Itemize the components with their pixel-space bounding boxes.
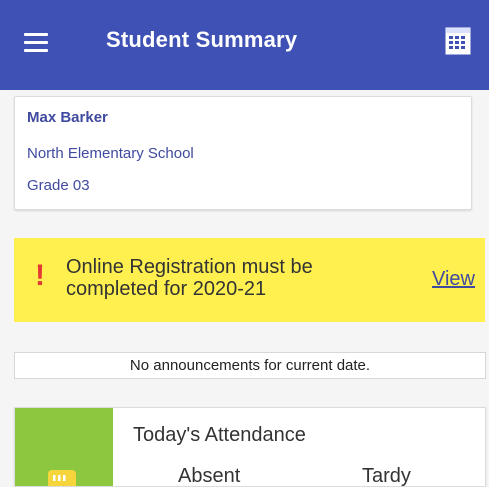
- tardy-label: Tardy: [362, 465, 411, 487]
- calendar-icon[interactable]: [445, 27, 471, 55]
- announcement-text: No announcements for current date.: [129, 357, 371, 374]
- registration-alert: ! Online Registration must be completed …: [14, 238, 485, 322]
- student-card[interactable]: Max Barker North Elementary School Grade…: [14, 96, 472, 210]
- attendance-card[interactable]: Today's Attendance Absent Tardy: [14, 407, 486, 487]
- attendance-title: Today's Attendance: [133, 424, 306, 446]
- app-bar: Student Summary: [0, 0, 489, 90]
- alert-message: Online Registration must be completed fo…: [66, 256, 313, 300]
- absent-label: Absent: [178, 465, 241, 487]
- student-grade: Grade 03: [27, 177, 90, 194]
- menu-icon[interactable]: [24, 33, 48, 53]
- student-school: North Elementary School: [27, 145, 194, 162]
- announcements-box: No announcements for current date.: [14, 352, 486, 379]
- exclamation-icon: !: [35, 259, 45, 292]
- view-link[interactable]: View: [432, 268, 475, 291]
- attendance-icon-panel: [15, 408, 113, 486]
- page-title: Student Summary: [106, 27, 298, 52]
- attendance-icon: [48, 470, 76, 486]
- student-name: Max Barker: [27, 109, 108, 126]
